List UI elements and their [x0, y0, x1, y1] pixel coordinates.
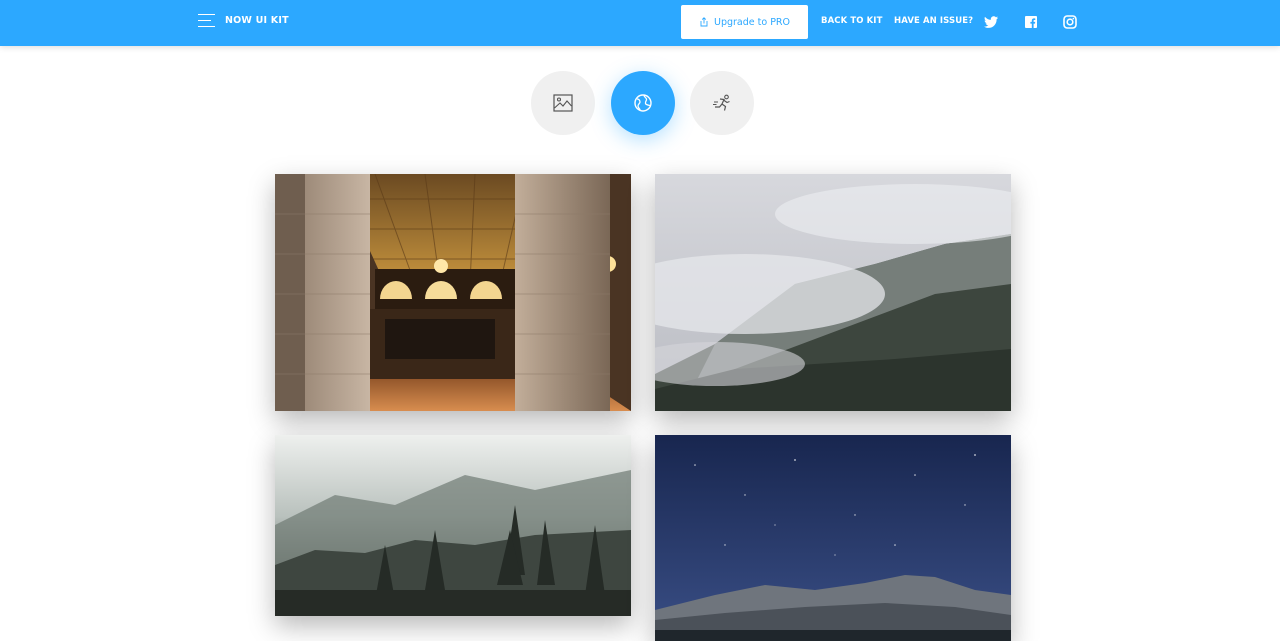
gallery-image-snowy-mountain[interactable] [655, 174, 1011, 411]
image-icon [553, 94, 573, 112]
gallery-image-interior-hall[interactable] [275, 174, 631, 411]
gallery-image-foggy-forest[interactable] [275, 435, 631, 616]
gallery-image-night-sky-mountain[interactable] [655, 435, 1011, 641]
brand[interactable]: NOW UI KIT [198, 13, 289, 28]
back-to-kit-link[interactable]: BACK TO KIT [821, 16, 882, 26]
running-person-icon [713, 94, 730, 111]
tab-sport[interactable] [690, 71, 754, 135]
have-an-issue-link[interactable]: HAVE AN ISSUE? [894, 16, 973, 26]
tab-images[interactable] [531, 71, 595, 135]
upgrade-label: Upgrade to PRO [714, 16, 790, 28]
tab-world[interactable] [611, 71, 675, 135]
share-icon [700, 17, 708, 27]
brand-title[interactable]: NOW UI KIT [225, 15, 289, 26]
instagram-icon[interactable] [1062, 14, 1078, 30]
facebook-icon[interactable] [1023, 14, 1039, 30]
navbar: NOW UI KIT Upgrade to PRO BACK TO KIT HA… [0, 0, 1280, 46]
world-icon [634, 94, 652, 112]
hamburger-menu-icon[interactable] [198, 13, 215, 28]
upgrade-button[interactable]: Upgrade to PRO [681, 5, 808, 39]
twitter-icon[interactable] [983, 14, 999, 30]
